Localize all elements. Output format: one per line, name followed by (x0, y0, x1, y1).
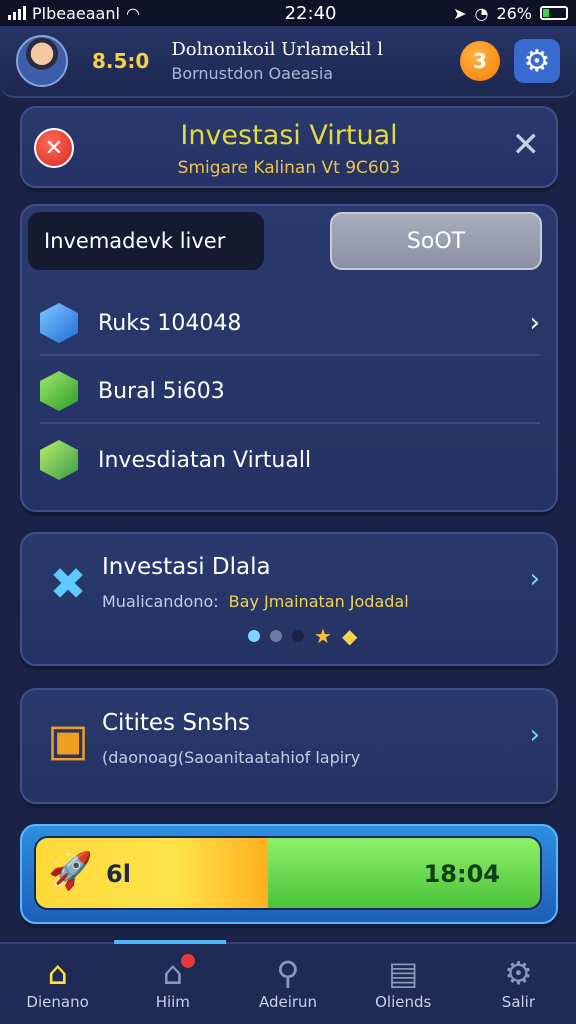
progress-panel: 🚀 6l 18:04 (20, 824, 558, 924)
home-icon: ⌂ (47, 954, 68, 992)
card-title: Investasi Dlala (102, 554, 271, 580)
player-name: Dolnonikoil Urlamekil l (171, 39, 384, 60)
investment-card[interactable]: ▣ Citites Snshs (daonoag(Saoanitaatahiof… (20, 688, 558, 804)
list-item-label: Invesdiatan Virtuall (98, 447, 312, 473)
avatar[interactable] (16, 35, 68, 87)
player-subtitle: Bornustdon Oaeasia (171, 64, 334, 83)
status-time: 22:40 (284, 2, 337, 24)
nav-label: Hiim (155, 993, 190, 1011)
carrier-name: Plbeaeaanl (32, 3, 120, 23)
nav-label: Salir (501, 993, 536, 1011)
page-dot[interactable] (270, 630, 282, 642)
house-badge-icon: ⌂ (162, 954, 183, 992)
page-dot[interactable] (248, 630, 260, 642)
gear-icon: ⚙ (523, 43, 551, 79)
bag-icon: ▤ (388, 954, 419, 992)
page-dot[interactable] (292, 630, 304, 642)
battery-percent: 26% (496, 3, 532, 23)
investment-card[interactable]: ✖ Investasi Dlala Mualicandono: Bay Jmain… (20, 532, 558, 666)
signal-icon (8, 6, 26, 20)
alarm-icon: ◔ (474, 3, 489, 23)
tab-secondary[interactable]: SoOT (330, 212, 542, 270)
page-title: Investasi Virtual (180, 120, 398, 151)
bottom-nav: ⌂ Dienano ⌂ Hiim ⚲ Adeirun ▤ Oliends ⚙ S… (0, 940, 576, 1024)
card-subtitle-text: Mualicandono: (102, 592, 219, 611)
close-button[interactable]: ✕ (512, 128, 541, 162)
page-dots: ★ ◆ (248, 624, 357, 648)
progress-left-value: 6l (106, 860, 131, 888)
nav-item-home[interactable]: ⌂ Dienano (0, 944, 115, 1024)
search-icon: ⚲ (276, 954, 300, 992)
list-item[interactable]: Invesdiatan Virtuall (40, 428, 540, 492)
card-subtitle: (daonoag(Saoanitaatahiof lapiry (102, 748, 361, 767)
gem-icon: ◆ (341, 624, 358, 648)
nav-item-bag[interactable]: ▤ Oliends (346, 944, 461, 1024)
nav-item-house[interactable]: ⌂ Hiim (115, 944, 230, 1024)
location-icon: ➤ (453, 3, 467, 23)
card-title: Citites Snshs (102, 710, 251, 736)
wifi-icon: ◠ (125, 3, 140, 23)
gear-icon: ⚙ (504, 954, 533, 992)
list-item-label: Bural 5i603 (98, 378, 225, 404)
status-right: ➤ ◔ 26% (453, 4, 568, 23)
score-value: 8.5:0 (92, 49, 150, 73)
nav-label: Adeirun (258, 993, 318, 1011)
page-subtitle: Smigare Kalinan Vt 9C603 (177, 158, 401, 178)
battery-fill (543, 9, 549, 17)
card-highlight: Bay Jmainatan Jodadal (228, 592, 409, 611)
green-cube-icon (40, 371, 78, 411)
nav-item-settings[interactable]: ⚙ Salir (461, 944, 576, 1024)
nav-item-search[interactable]: ⚲ Adeirun (230, 944, 345, 1024)
investment-panel: Invemadevk liver SoOT Ruks 104048 › Bura… (20, 204, 558, 512)
status-bar: Plbeaeaanl ◠ 22:40 ➤ ◔ 26% (0, 0, 576, 26)
treasure-box-icon: ▣ (47, 714, 89, 766)
profile-header: 8.5:0 Dolnonikoil Urlamekil l Bornustdon… (0, 26, 576, 98)
list-item-label: Ruks 104048 (98, 310, 242, 336)
tools-icon: ✖ (49, 558, 87, 610)
blue-cube-icon (40, 303, 78, 343)
chevron-right-icon: › (529, 720, 540, 750)
notification-badge (181, 954, 196, 968)
nav-label: Dienano (26, 993, 89, 1011)
nav-label: Oliends (375, 993, 432, 1011)
progress-bar: 🚀 6l 18:04 (34, 836, 542, 910)
progress-right-value: 18:04 (423, 860, 500, 888)
star-icon: ★ (314, 624, 332, 648)
list-item[interactable]: Bural 5i603 (40, 360, 540, 424)
title-panel: ✕ Investasi Virtual Smigare Kalinan Vt 9… (20, 106, 558, 188)
card-subtitle: Mualicandono: Bay Jmainatan Jodadal (102, 592, 409, 611)
tab-active[interactable]: Invemadevk liver (28, 212, 264, 270)
header-text: Dolnonikoil Urlamekil l Bornustdon Oaeas… (171, 39, 460, 83)
rocket-icon: 🚀 (48, 851, 93, 892)
settings-button[interactable]: ⚙ (514, 39, 560, 83)
coin-button[interactable]: 3 (460, 41, 500, 81)
green-cube-icon (40, 440, 78, 480)
battery-icon (540, 6, 568, 20)
list-item[interactable]: Ruks 104048 › (40, 292, 540, 356)
chevron-right-icon: › (529, 564, 540, 594)
chevron-right-icon: › (529, 308, 540, 338)
